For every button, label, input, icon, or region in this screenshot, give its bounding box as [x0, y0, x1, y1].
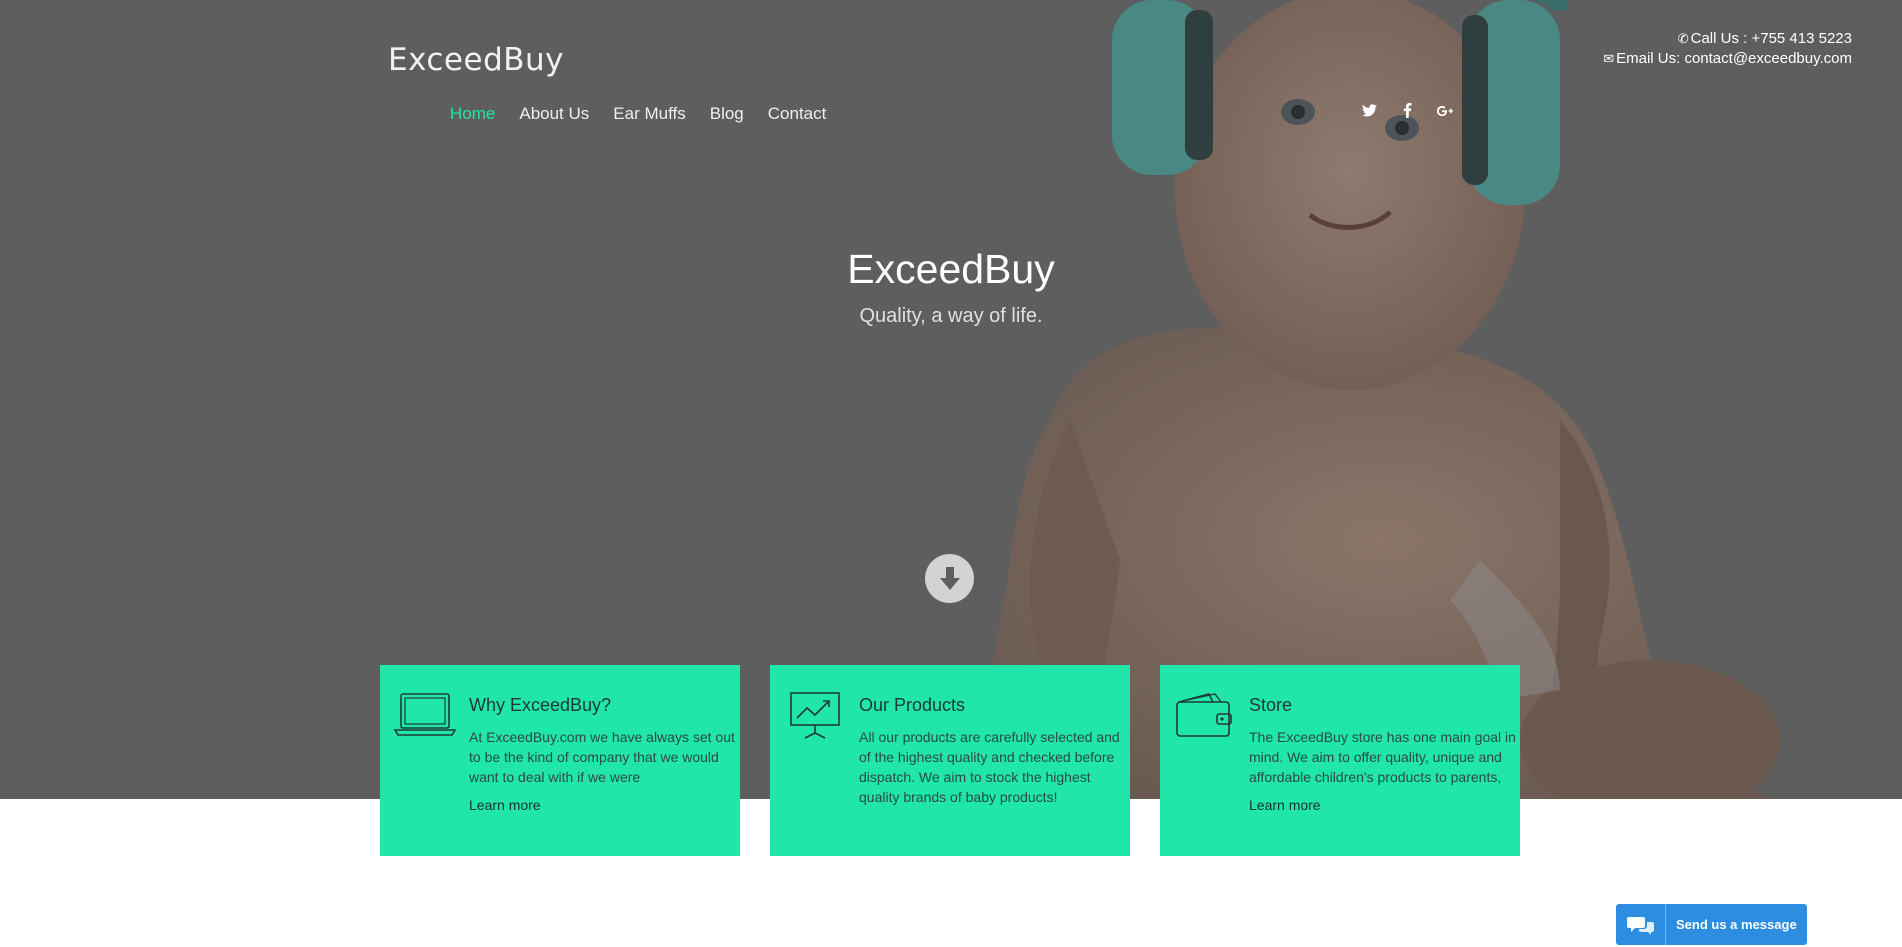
card-title: Our Products [859, 695, 966, 715]
card-text: All our products are carefully selected … [859, 729, 1120, 805]
card-why-exceedbuy: Why ExceedBuy? At ExceedBuy.com we have … [380, 665, 740, 856]
nav-item-blog[interactable]: Blog [710, 104, 744, 124]
wallet-icon [1176, 693, 1232, 737]
phone-line[interactable]: ✆ Call Us : +755 413 5223 [1603, 29, 1852, 49]
nav-item-home[interactable]: Home [450, 104, 495, 124]
envelope-icon: ✉ [1603, 51, 1615, 66]
phone-text: Call Us : +755 413 5223 [1690, 30, 1852, 47]
laptop-icon [393, 693, 457, 736]
learn-more-link[interactable]: Learn more [1249, 797, 1321, 813]
nav-item-ear-muffs[interactable]: Ear Muffs [613, 104, 685, 124]
card-title: Why ExceedBuy? [469, 695, 612, 715]
card-store: Store The ExceedBuy store has one main g… [1160, 665, 1520, 856]
contact-info: ✆ Call Us : +755 413 5223 ✉ Email Us: cont… [1603, 29, 1852, 69]
learn-more-link[interactable]: Learn more [469, 797, 541, 813]
chat-bubbles-icon [1616, 904, 1666, 945]
nav-item-about-us[interactable]: About Us [519, 104, 589, 124]
email-line[interactable]: ✉ Email Us: contact@exceedbuy.com [1603, 49, 1852, 69]
social-links [1361, 102, 1453, 122]
card-our-products: Our Products All our products are carefu… [770, 665, 1130, 856]
send-message-label: Send us a message [1676, 917, 1797, 932]
card-text: At ExceedBuy.com we have always set out … [469, 729, 735, 785]
phone-icon: ✆ [1677, 31, 1689, 46]
facebook-icon[interactable] [1399, 102, 1415, 122]
card-title: Store [1249, 695, 1293, 715]
presentation-chart-icon [790, 692, 840, 739]
arrow-down-icon [939, 566, 960, 590]
scroll-down-button[interactable] [925, 554, 974, 603]
twitter-icon[interactable] [1361, 104, 1377, 121]
main-nav: Home About Us Ear Muffs Blog Contact [450, 104, 826, 124]
send-message-button[interactable]: Send us a message [1616, 904, 1807, 945]
site-logo[interactable]: ExceedBuy [388, 42, 564, 78]
hero-subtitle: Quality, a way of life. [859, 305, 1043, 327]
nav-item-contact[interactable]: Contact [768, 104, 827, 124]
card-text: The ExceedBuy store has one main goal in… [1249, 729, 1516, 785]
google-plus-icon[interactable] [1436, 104, 1453, 121]
feature-cards: Why ExceedBuy? At ExceedBuy.com we have … [380, 665, 1520, 856]
hero-title: ExceedBuy [847, 246, 1055, 292]
email-text: Email Us: contact@exceedbuy.com [1616, 50, 1852, 67]
